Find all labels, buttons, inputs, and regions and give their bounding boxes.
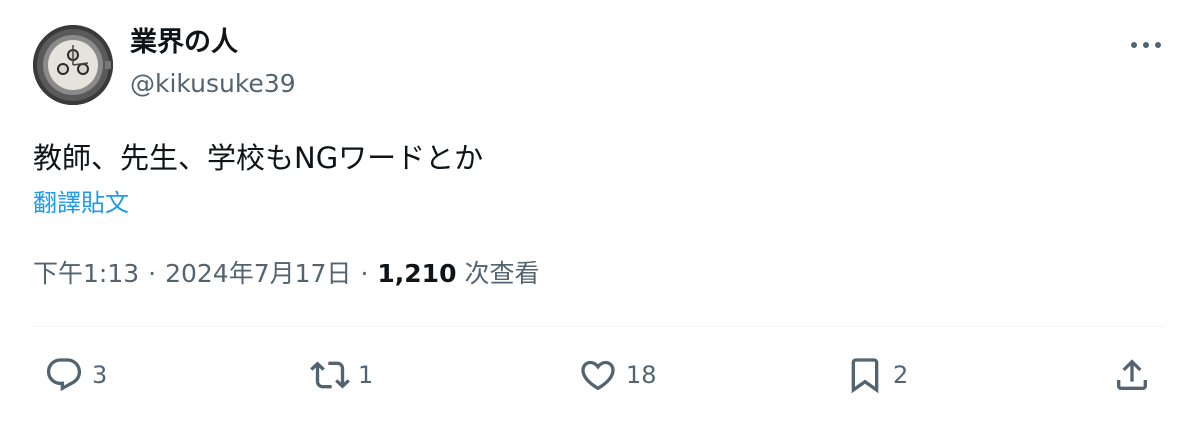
reply-button[interactable]: 3 xyxy=(44,353,107,397)
avatar[interactable] xyxy=(33,25,113,105)
tweet-date[interactable]: 2024年7月17日 xyxy=(165,254,351,294)
more-horizontal-icon xyxy=(1131,42,1161,48)
tweet-text: 教師、先生、学校もNGワードとか xyxy=(33,141,484,175)
retweet-icon xyxy=(310,361,350,389)
views-label[interactable]: 次查看 xyxy=(464,254,539,294)
heart-icon xyxy=(581,360,615,391)
display-name[interactable]: 業界の人 xyxy=(130,26,238,60)
tweet-meta: 下午1:13 · 2024年7月17日 · 1,210 次查看 xyxy=(33,254,539,294)
user-handle[interactable]: @kikusuke39 xyxy=(130,68,296,100)
bookmark-button[interactable]: 2 xyxy=(845,353,908,397)
retweet-count: 1 xyxy=(358,361,374,389)
tweet-time[interactable]: 下午1:13 xyxy=(33,254,139,294)
share-button[interactable] xyxy=(1112,353,1152,397)
meta-separator: · xyxy=(148,259,157,288)
tweet-card: 業界の人 @kikusuke39 教師、先生、学校もNGワードとか 翻譯貼文 下… xyxy=(0,0,1200,430)
translate-post-link[interactable]: 翻譯貼文 xyxy=(33,186,129,220)
bookmark-icon xyxy=(851,358,879,394)
share-icon xyxy=(1117,359,1147,390)
reply-count: 3 xyxy=(92,361,108,389)
like-button[interactable]: 18 xyxy=(578,353,657,397)
avatar-image xyxy=(33,25,113,105)
retweet-button[interactable]: 1 xyxy=(310,353,373,397)
more-options-button[interactable] xyxy=(1128,30,1164,60)
like-count: 18 xyxy=(626,361,657,389)
bookmark-count: 2 xyxy=(893,361,909,389)
meta-separator: · xyxy=(360,259,369,288)
views-count[interactable]: 1,210 xyxy=(377,254,456,294)
reply-icon xyxy=(46,358,82,392)
divider xyxy=(33,326,1165,327)
